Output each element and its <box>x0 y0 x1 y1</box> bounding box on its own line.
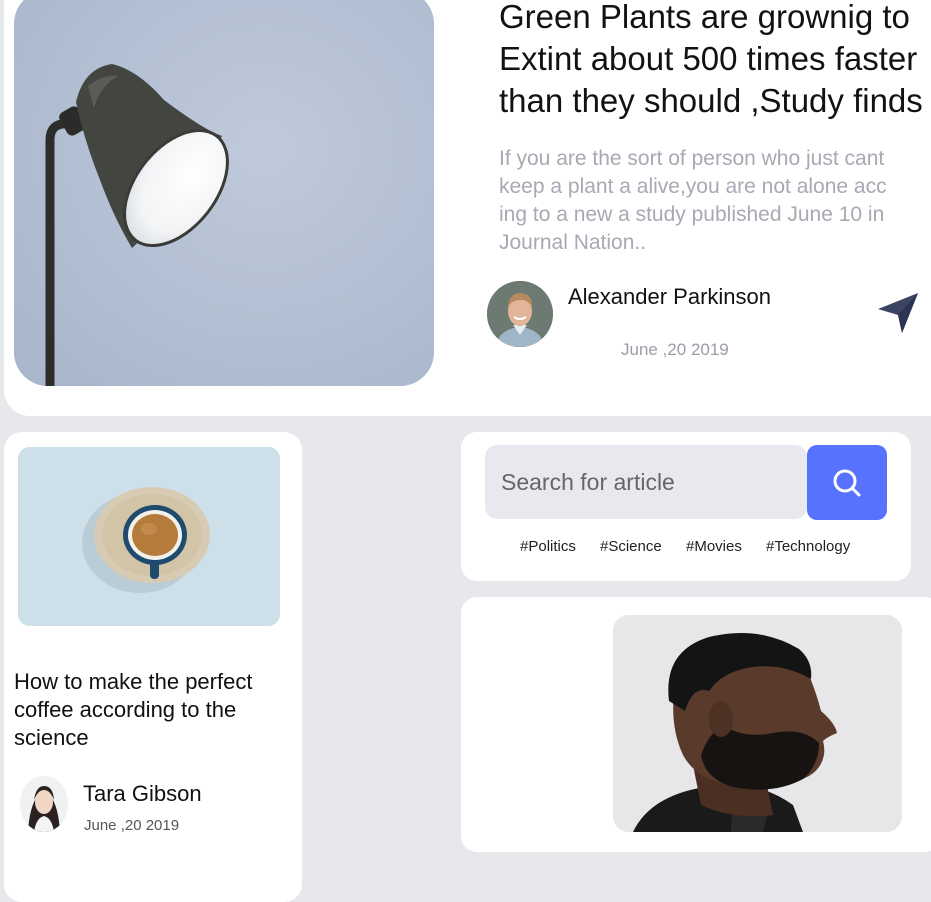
search-icon <box>833 469 861 496</box>
featured-title[interactable]: Green Plants are grownig to Extint about… <box>499 0 931 122</box>
excerpt-line: Journal Nation.. <box>499 231 647 254</box>
featured-title-line: Green Plants are grownig to <box>499 0 910 35</box>
coffee-article-title[interactable]: How to make the perfect coffee according… <box>14 668 299 752</box>
man-profile-image[interactable] <box>613 615 902 832</box>
coffee-title-line: coffee according to the <box>14 697 237 722</box>
tag-science[interactable]: #Science <box>600 538 662 555</box>
tag-movies[interactable]: #Movies <box>686 538 742 555</box>
tara-avatar[interactable] <box>20 776 68 832</box>
excerpt-line: ing to a new a study published June 10 i… <box>499 203 885 226</box>
coffee-cup-image[interactable] <box>18 447 280 626</box>
publish-date: June ,20 2019 <box>621 340 729 359</box>
tag-technology[interactable]: #Technology <box>766 538 850 555</box>
search-button[interactable] <box>807 445 887 520</box>
coffee-publish-date: June ,20 2019 <box>84 817 180 834</box>
author-avatar[interactable] <box>487 281 553 347</box>
excerpt-line: keep a plant a alive,you are not alone a… <box>499 175 887 198</box>
coffee-title-line: How to make the perfect <box>14 669 253 694</box>
tara-author-name[interactable]: Tara Gibson <box>83 781 202 807</box>
tag-politics[interactable]: #Politics <box>520 538 576 555</box>
paper-plane-icon[interactable] <box>876 291 920 335</box>
author-name[interactable]: Alexander Parkinson <box>568 284 771 310</box>
coffee-title-line: science <box>14 725 89 750</box>
featured-lamp-image[interactable] <box>14 0 434 386</box>
featured-title-line: than they should ,Study finds <box>499 82 923 119</box>
search-input[interactable] <box>485 445 807 519</box>
featured-excerpt: If you are the sort of person who just c… <box>499 145 931 257</box>
featured-title-line: Extint about 500 times faster <box>499 40 918 77</box>
excerpt-line: If you are the sort of person who just c… <box>499 147 885 170</box>
